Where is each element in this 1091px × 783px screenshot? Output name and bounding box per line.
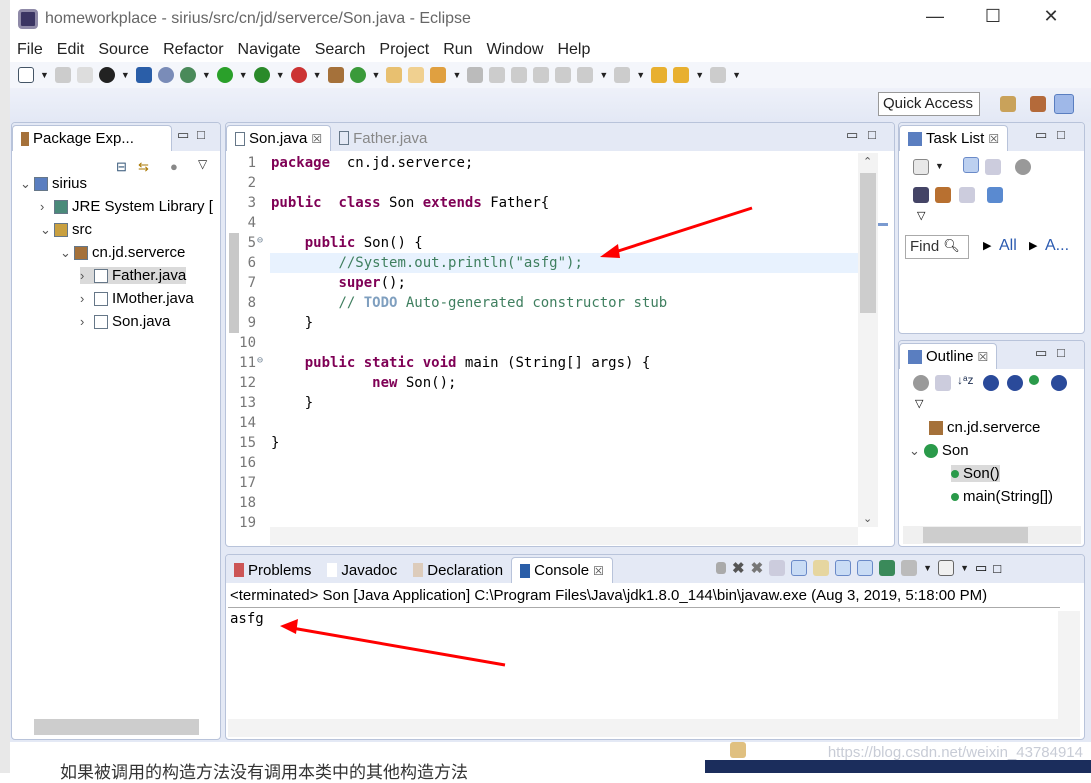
arrow-to-output xyxy=(291,626,506,667)
arrow-head xyxy=(600,244,620,258)
background-page-text: 如果被调用的构造方法没有调用本类中的其他构造方法 xyxy=(60,763,468,782)
watermark: https://blog.csdn.net/weixin_43784914 xyxy=(827,744,1083,761)
arrow-to-code xyxy=(611,206,753,255)
os-taskbar xyxy=(705,760,1091,773)
status-bar-icon[interactable] xyxy=(730,742,746,758)
arrow-head xyxy=(280,619,298,634)
annotation-arrows xyxy=(280,206,753,667)
